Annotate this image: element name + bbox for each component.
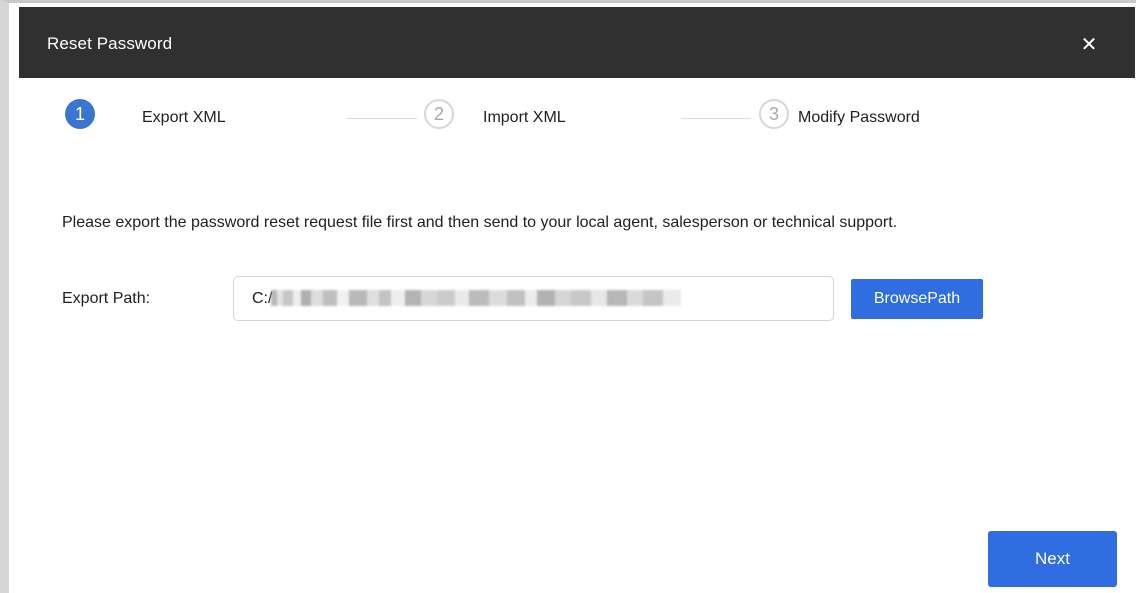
dialog-title: Reset Password	[47, 34, 173, 53]
instruction-text: Please export the password reset request…	[62, 214, 898, 231]
step-1-circle: 1	[65, 99, 95, 129]
step-3-label: Modify Password	[798, 109, 920, 126]
step-2-circle: 2	[424, 99, 454, 129]
step-connector-2	[681, 118, 751, 119]
close-icon[interactable]: ✕	[1079, 35, 1099, 55]
step-2-label: Import XML	[483, 109, 566, 126]
step-connector-1	[347, 118, 417, 119]
browse-path-button[interactable]: BrowsePath	[851, 279, 983, 319]
step-3-circle: 3	[759, 99, 789, 129]
title-bar: Reset Password ✕	[19, 7, 1135, 78]
step-1-label: Export XML	[142, 109, 226, 126]
next-button[interactable]: Next	[988, 531, 1117, 587]
reset-password-dialog: Reset Password ✕ 1 Export XML 2 Import X…	[0, 0, 1136, 593]
export-path-label: Export Path:	[62, 290, 151, 307]
redacted-path-text	[271, 290, 681, 306]
